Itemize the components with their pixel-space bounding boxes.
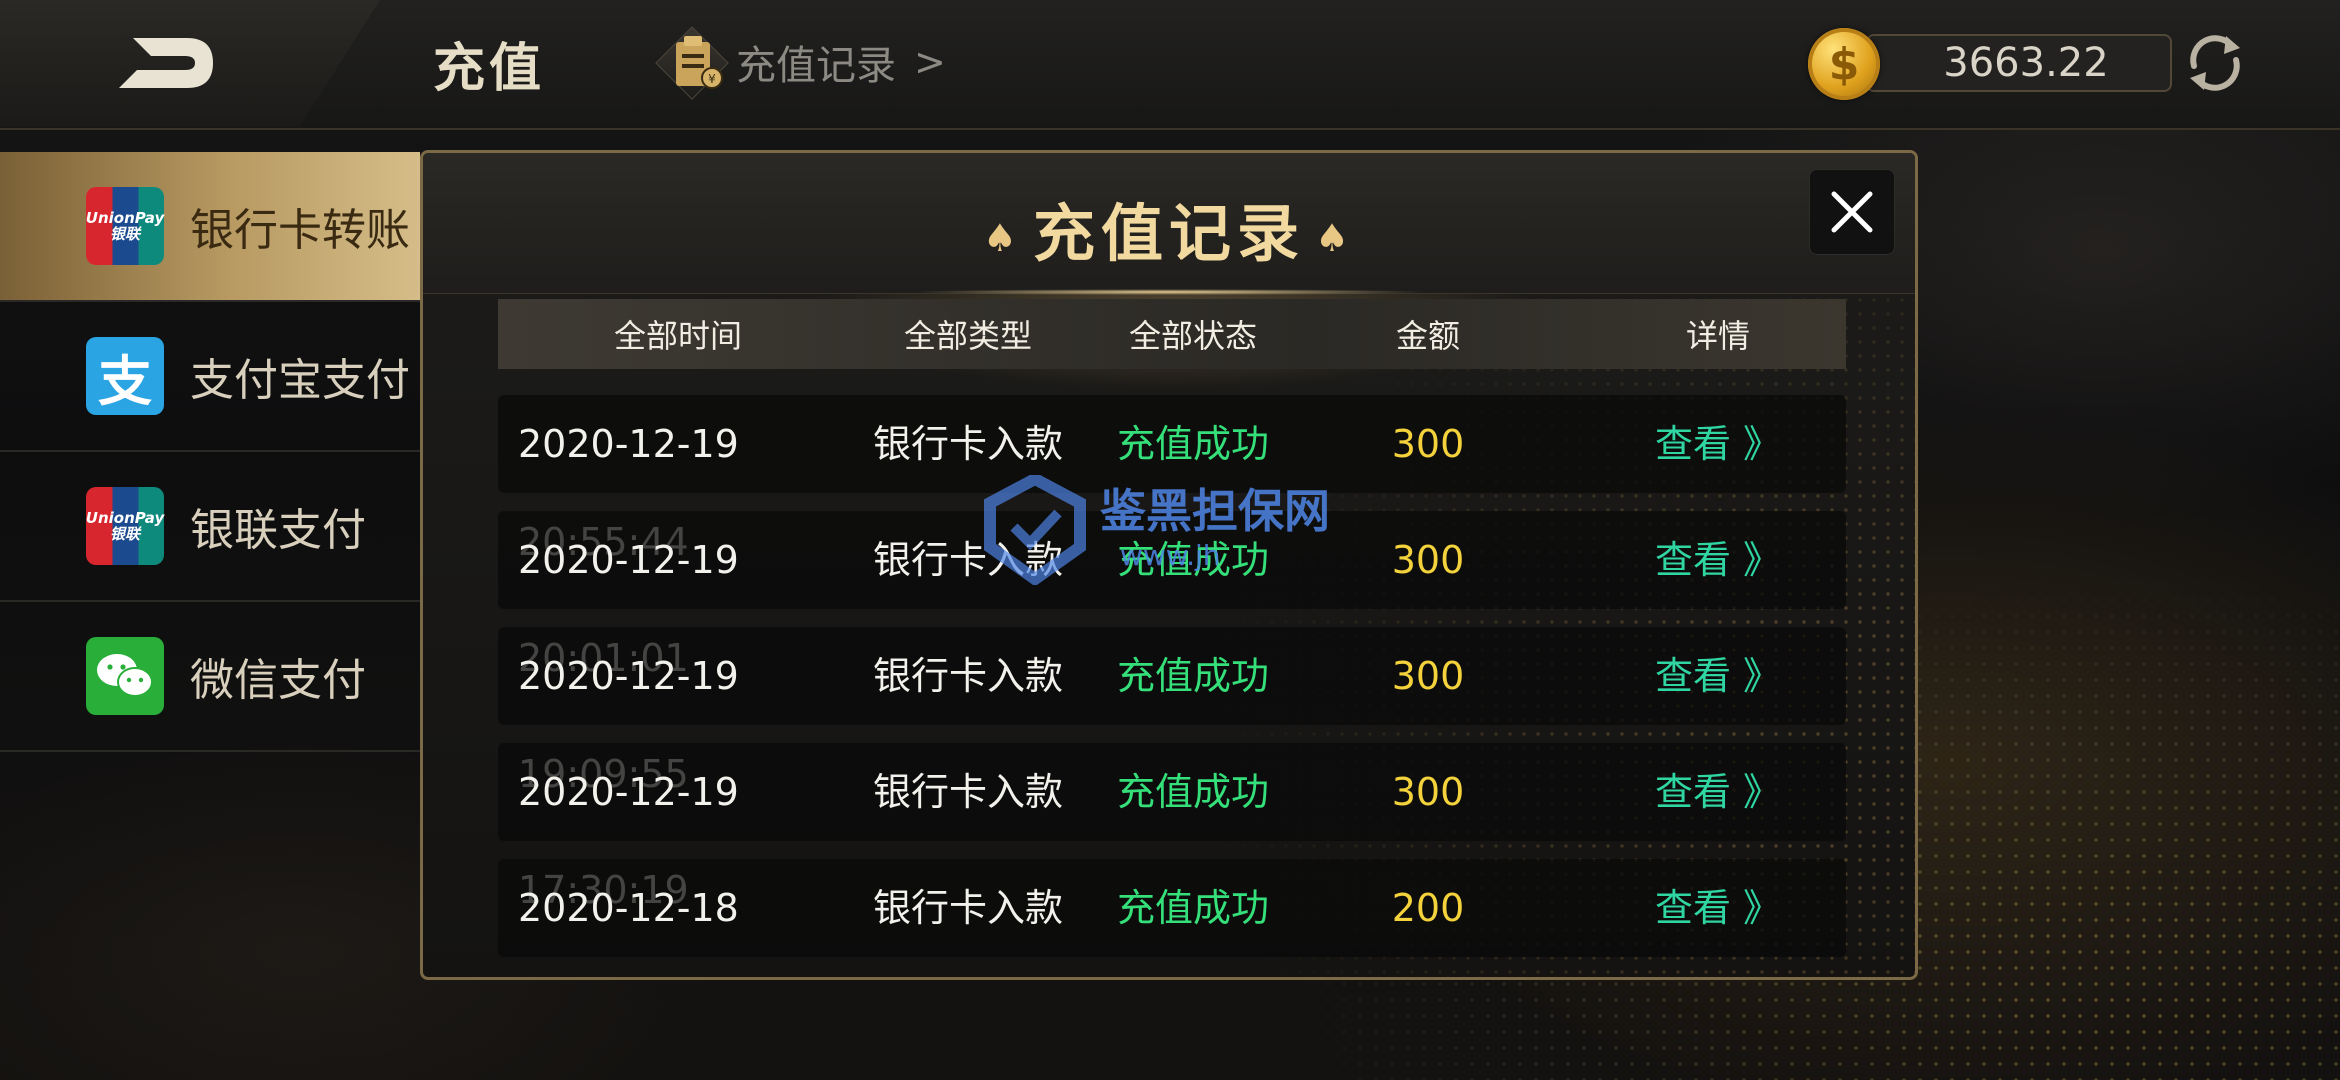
filter-all-time[interactable]: 全部时间	[498, 311, 858, 357]
alipay-icon: 支	[86, 337, 164, 415]
sidebar-item-unionpay[interactable]: UnionPay 银联 银联支付	[0, 452, 420, 602]
back-arrow-icon	[119, 38, 213, 88]
row-status: 充值成功	[1116, 654, 1269, 698]
back-button[interactable]	[0, 0, 380, 126]
sidebar-item-label: 银联支付	[190, 505, 366, 556]
table-header: 全部时间 全部类型 全部状态 金额 详情	[498, 299, 1846, 369]
column-details: 详情	[1685, 317, 1750, 355]
balance-display: 3663.22	[1866, 34, 2172, 92]
table-row: 2020-12-19 17:30:19 银行卡入款 充值成功 300 查看 》	[498, 743, 1846, 912]
unionpay-icon-cn: 银联	[109, 225, 140, 243]
top-bar: 充值 ¥ 充值记录 > 3663.22 $	[0, 0, 2340, 130]
wechat-bubbles-icon	[97, 654, 153, 697]
row-status: 充值成功	[1116, 886, 1269, 930]
unionpay-icon-text: UnionPay	[85, 209, 165, 227]
unionpay-icon-text: UnionPay	[85, 509, 165, 527]
row-view-link[interactable]: 查看 》	[1498, 511, 1915, 609]
spade-icon: ♠	[1315, 215, 1356, 260]
chevron-right-icon: >	[914, 40, 946, 84]
svg-text:¥: ¥	[708, 72, 716, 86]
recharge-record-link[interactable]: ¥ 充值记录 >	[655, 26, 946, 100]
dialog-header: ♠ 充值记录 ♠	[423, 153, 1915, 295]
unionpay-icon: UnionPay 银联	[86, 487, 164, 565]
dialog-title-text: 充值记录	[1032, 197, 1305, 270]
unionpay-icon: UnionPay 银联	[86, 187, 164, 265]
coin-icon: $	[1808, 28, 1880, 100]
table-row: 2020-12-18 22:29:16 银行卡入款 充值成功 200 查看 》	[498, 859, 1846, 957]
payment-method-sidebar: UnionPay 银联 银行卡转账 支 支付宝支付 UnionPay 银联 银联…	[0, 152, 420, 752]
watermark: 鉴黑担保网 www.jh	[980, 472, 1340, 615]
watermark-shield-icon	[984, 472, 1086, 587]
sidebar-item-bank-transfer[interactable]: UnionPay 银联 银行卡转账	[0, 152, 420, 302]
filter-all-status[interactable]: 全部状态	[1058, 311, 1328, 357]
sidebar-item-alipay[interactable]: 支 支付宝支付	[0, 302, 420, 452]
wechat-icon	[86, 637, 164, 715]
table-row: 2020-12-19 19:09:55 银行卡入款 充值成功 300 查看 》	[498, 627, 1846, 796]
close-button[interactable]	[1809, 169, 1895, 255]
close-icon	[1831, 191, 1873, 233]
row-view-link[interactable]: 查看 》	[1498, 395, 1915, 493]
row-view-link[interactable]: 查看 》	[1498, 743, 1915, 841]
refresh-icon[interactable]	[2180, 28, 2250, 98]
sidebar-item-wechat[interactable]: 微信支付	[0, 602, 420, 752]
dialog-title: ♠ 充值记录 ♠	[423, 183, 1915, 273]
watermark-text: 鉴黑担保网	[1100, 484, 1330, 538]
header-glow	[909, 289, 1429, 295]
row-status: 充值成功	[1116, 770, 1269, 814]
sidebar-item-label: 支付宝支付	[190, 355, 410, 406]
sidebar-item-label: 微信支付	[190, 655, 366, 706]
spade-icon: ♠	[982, 215, 1023, 260]
row-view-link[interactable]: 查看 》	[1498, 627, 1915, 725]
record-link-label: 充值记录	[736, 43, 896, 89]
document-icon: ¥	[676, 36, 723, 89]
unionpay-icon-cn: 银联	[109, 525, 140, 543]
row-view-link[interactable]: 查看 》	[1498, 859, 1915, 957]
sidebar-item-label: 银行卡转账	[190, 205, 410, 256]
page-title: 充值	[433, 39, 546, 99]
watermark-url: www.jh	[1120, 539, 1221, 572]
